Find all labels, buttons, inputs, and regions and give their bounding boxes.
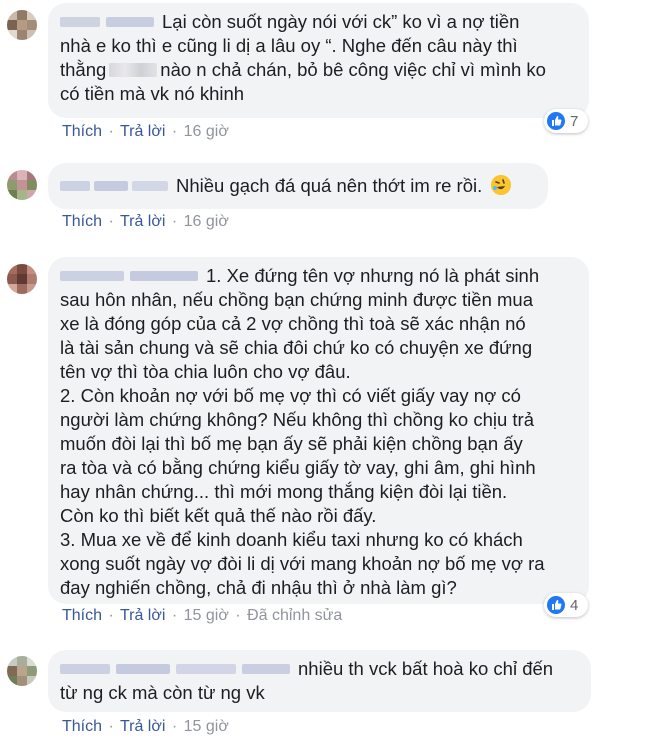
comment-line: sau hôn nhân, nếu chồng bạn chứng minh đ…: [60, 289, 533, 310]
comment-line: ra tòa và có bằng chứng kiểu giấy tờ vay…: [60, 457, 536, 478]
comment-line: nhà e ko thì e cũng li dị a lâu oy “. Ng…: [60, 35, 518, 56]
comment-line: thằng nào n chả chán, bỏ bê công việc chỉ…: [60, 59, 546, 80]
avatar[interactable]: [7, 264, 37, 294]
like-link[interactable]: Thích: [62, 123, 102, 140]
comment-line: muốn đòi lại thì bố mẹ bạn ấy sẽ phải ki…: [60, 433, 523, 454]
comment-actions: Thích · Trả lời · 15 giờ: [62, 718, 229, 735]
comment-line: xong suốt ngày vợ đòi li dị với mang kho…: [60, 553, 545, 574]
reaction-count[interactable]: 4: [544, 593, 588, 617]
like-link[interactable]: Thích: [62, 607, 102, 624]
comment-line: xe là đóng góp của cả 2 vợ chồng thì toà…: [60, 313, 526, 334]
comment-line: người làm chứng không? Nếu không thì chồ…: [60, 409, 534, 430]
author-name[interactable]: [60, 14, 156, 30]
rolling-laughing-emoji: [491, 175, 512, 195]
comment-actions: Thích · Trả lời · 15 giờ · Đã chỉnh sửa: [62, 607, 343, 624]
comment-line: Còn ko thì biết kết quả thế nào rồi đấy.: [60, 505, 377, 526]
comment-line: tên vợ thì tòa chia luôn cho vợ đâu.: [60, 361, 351, 382]
avatar[interactable]: [7, 170, 37, 200]
comment-actions: Thích · Trả lời · 16 giờ: [62, 213, 229, 230]
comment-bubble: 1. Xe đứng tên vợ nhưng nó là phát sinh …: [48, 257, 589, 604]
comment-line: từ ng ck mà còn từ ng vk: [60, 682, 265, 703]
author-name[interactable]: [60, 661, 292, 677]
author-name[interactable]: [60, 268, 200, 284]
comment-bubble: nhiều th vck bất hoà ko chỉ đến từ ng ck…: [48, 650, 591, 712]
comment-line: nhiều th vck bất hoà ko chỉ đến: [60, 657, 579, 681]
comment-bubble: Nhiều gạch đá quá nên thớt im re rồi.: [48, 163, 548, 209]
timestamp[interactable]: 15 giờ: [184, 718, 229, 735]
edited-label[interactable]: Đã chỉnh sửa: [247, 607, 342, 624]
blurred-word: [109, 63, 158, 77]
timestamp[interactable]: 15 giờ: [184, 607, 229, 624]
like-icon: [547, 596, 565, 614]
like-link[interactable]: Thích: [62, 718, 102, 735]
comment-line: Nhiều gạch đá quá nên thớt im re rồi.: [60, 174, 536, 198]
comment-actions: Thích · Trả lời · 16 giờ: [62, 123, 229, 140]
like-icon: [547, 112, 565, 130]
comment-line: là tài sản chung và sẽ chia đôi chứ ko c…: [60, 337, 533, 358]
comment-line: có tiền mà vk nó khinh: [60, 83, 245, 104]
comment-line: Lại còn suốt ngày nói với ck” ko vì a nợ…: [60, 10, 577, 34]
like-link[interactable]: Thích: [62, 213, 102, 230]
timestamp[interactable]: 16 giờ: [184, 213, 229, 230]
author-name[interactable]: [60, 178, 170, 194]
comment-bubble: Lại còn suốt ngày nói với ck” ko vì a nợ…: [48, 3, 589, 118]
comment-line: 3. Mua xe về để kinh doanh kiểu taxi như…: [60, 529, 523, 550]
reply-link[interactable]: Trả lời: [120, 607, 165, 624]
reply-link[interactable]: Trả lời: [120, 718, 165, 735]
reaction-count[interactable]: 7: [544, 109, 588, 133]
reply-link[interactable]: Trả lời: [120, 123, 165, 140]
comment-line: 1. Xe đứng tên vợ nhưng nó là phát sinh: [60, 264, 577, 288]
avatar[interactable]: [7, 10, 37, 40]
comment-line: hay nhân chứng... thì mới mong thắng kiệ…: [60, 481, 508, 502]
comment-line: đay nghiến chồng, chả đi nhậu thì ở nhà …: [60, 577, 457, 598]
comment-line: 2. Còn khoản nợ với bố mẹ vợ thì có viết…: [60, 385, 521, 406]
avatar[interactable]: [7, 656, 37, 686]
reply-link[interactable]: Trả lời: [120, 213, 165, 230]
timestamp[interactable]: 16 giờ: [184, 123, 229, 140]
